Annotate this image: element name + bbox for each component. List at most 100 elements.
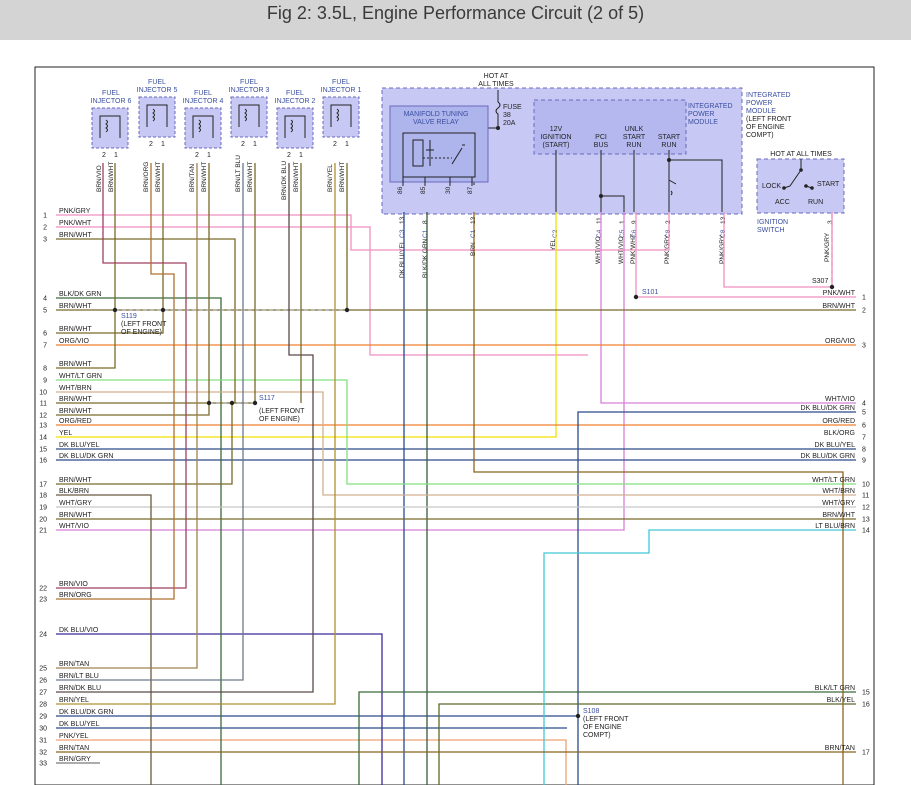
fuse-label-3: 20A <box>503 120 516 127</box>
inj5-pin2: 2 <box>149 141 153 148</box>
wire-pnkgry-row1 <box>56 212 670 251</box>
injector-3-label: FUEL <box>240 79 258 86</box>
ipm-location-2: OF ENGINE <box>746 124 785 131</box>
left-row-label: BRN/TAN <box>59 661 89 668</box>
ipm-junction-1 <box>599 194 603 198</box>
left-row-number: 5 <box>43 308 47 315</box>
left-row-label: DK BLU/VIO <box>59 627 99 634</box>
ipm-out-ign-2: IGNITION <box>540 134 571 141</box>
left-row-label: BRN/WHT <box>59 303 92 310</box>
wiring-diagram: FUEL INJECTOR 6 FUEL INJECTOR 5 FUEL INJ… <box>34 66 875 785</box>
left-row-number: 18 <box>39 493 47 500</box>
left-row-number: 25 <box>39 666 47 673</box>
ignition-contact-4 <box>804 184 808 188</box>
wire-ltblubrn-right14 <box>543 529 856 785</box>
hot-at-all-times: HOT AT ALL TIMES <box>478 73 514 88</box>
left-row-number: 9 <box>43 378 47 385</box>
left-row-label: PNK/YEL <box>59 733 89 740</box>
ignition-pin-3: 3 <box>827 220 834 224</box>
inj6-wire-b: BRN/WHT <box>108 162 115 192</box>
left-row-label: DK BLU/DK GRN <box>59 709 113 716</box>
ipm-junction-2 <box>667 158 671 162</box>
inj5-wire-a: BRN/ORG <box>143 162 150 192</box>
injector-2-label-2: INJECTOR 2 <box>275 98 316 105</box>
left-row-label: BRN/WHT <box>59 361 92 368</box>
injector-3-body <box>230 96 268 138</box>
ipm-conn-c3a: C3 <box>399 229 406 238</box>
inj1-pin1: 1 <box>345 141 349 148</box>
right-row-number: 1 <box>862 295 866 302</box>
left-row-number: 8 <box>43 366 47 373</box>
splice-dot-s101 <box>633 294 639 300</box>
left-row-number: 6 <box>43 331 47 338</box>
left-row-number: 31 <box>39 738 47 745</box>
ipm-wire-dkbluyel: DK BLU/YEL <box>399 240 406 278</box>
inj4-pin2: 2 <box>195 152 199 159</box>
left-row-label: BRN/LT BLU <box>59 673 99 680</box>
left-row-number: 33 <box>39 761 47 768</box>
left-row-label: BRN/DK BLU <box>59 685 101 692</box>
right-row-label: WHT/GRY <box>822 500 855 507</box>
left-row-number: 30 <box>39 726 47 733</box>
splice-dot-2 <box>160 307 166 313</box>
ignition-contact-3 <box>810 186 814 190</box>
right-row-number: 14 <box>862 528 870 535</box>
s101-label: S101 <box>642 289 658 296</box>
right-row-number: 12 <box>862 505 870 512</box>
left-row-number: 20 <box>39 517 47 524</box>
ipm-conn-c1a: C1 <box>422 229 429 238</box>
right-row-number: 8 <box>862 447 866 454</box>
left-row-label: BRN/WHT <box>59 512 92 519</box>
left-row-label: BRN/YEL <box>59 697 89 704</box>
ipm-out-pci-2: BUS <box>594 142 609 149</box>
ignition-switch: HOT AT ALL TIMES LOCK START ACC RUN IGNI… <box>756 151 845 262</box>
injector-6-label: FUEL <box>102 90 120 97</box>
injector-2-body <box>276 107 314 149</box>
left-row-label: BRN/WHT <box>59 232 92 239</box>
ipm-out-ign-1: 12V <box>550 126 563 133</box>
right-row-number: 9 <box>862 458 866 465</box>
relay-label: MANIFOLD TUNING VALVE RELAY <box>404 111 469 126</box>
left-row-number: 15 <box>39 447 47 454</box>
inj1-wire-b: BRN/WHT <box>339 162 346 192</box>
inj4-pin1: 1 <box>207 152 211 159</box>
left-row-number: 7 <box>43 343 47 350</box>
wires <box>56 163 856 785</box>
inj5-wire-b: BRN/WHT <box>155 162 162 192</box>
wire-pnkyel-row31 <box>56 739 567 785</box>
right-row-number: 3 <box>862 343 866 350</box>
injector-labels: FUEL INJECTOR 6 FUEL INJECTOR 5 FUEL INJ… <box>91 79 362 105</box>
ipm-connector-labels: 13 C3 8 C1 13 C1 C2 11 C4 1 C5 9 C6 2 C8… <box>399 216 727 238</box>
injector-5-body <box>138 96 176 138</box>
wire-blkbrn-row18 <box>56 494 152 785</box>
left-row-label: BRN/WHT <box>59 408 92 415</box>
right-row-label: ORG/RED <box>822 418 855 425</box>
injector-6-label-2: INJECTOR 6 <box>91 98 132 105</box>
ignition-contact-1 <box>799 168 803 172</box>
inj6-pin2: 2 <box>102 152 106 159</box>
left-row-label: WHT/LT GRN <box>59 373 102 380</box>
left-row-number: 13 <box>39 423 47 430</box>
left-row-number: 24 <box>39 632 47 639</box>
splice-dot-1 <box>112 307 118 313</box>
ipm-location-1: (LEFT FRONT <box>746 116 792 123</box>
injector-4-body <box>184 107 222 149</box>
right-connector-rows: 1 PNK/WHT 2 BRN/WHT 3 ORG/VIO 4 WHT/VIO 5 DK BLU/… <box>801 290 870 757</box>
left-row-label: WHT/BRN <box>59 385 92 392</box>
ignition-pos-run: RUN <box>808 199 823 206</box>
s117-loc-1: (LEFT FRONT <box>259 408 305 415</box>
wire-whtltgrn-row9 <box>56 379 856 485</box>
right-row-label: BRN/WHT <box>822 512 855 519</box>
right-row-label: PNK/WHT <box>823 290 856 297</box>
injector-wire-labels: BRN/VIO BRN/WHT BRN/ORG BRN/WHT BRN/TAN … <box>96 155 346 200</box>
left-row-label: BRN/WHT <box>59 477 92 484</box>
injector-2-label: FUEL <box>286 90 304 97</box>
inj5-pin1: 1 <box>161 141 165 148</box>
left-row-label: BRN/WHT <box>59 396 92 403</box>
right-row-number: 5 <box>862 410 866 417</box>
left-row-label: WHT/GRY <box>59 500 92 507</box>
ipm-out-unlk-3: RUN <box>626 142 641 149</box>
left-row-label: BLK/DK GRN <box>59 291 101 298</box>
right-row-number: 2 <box>862 308 866 315</box>
left-row-label: BRN/WHT <box>59 326 92 333</box>
